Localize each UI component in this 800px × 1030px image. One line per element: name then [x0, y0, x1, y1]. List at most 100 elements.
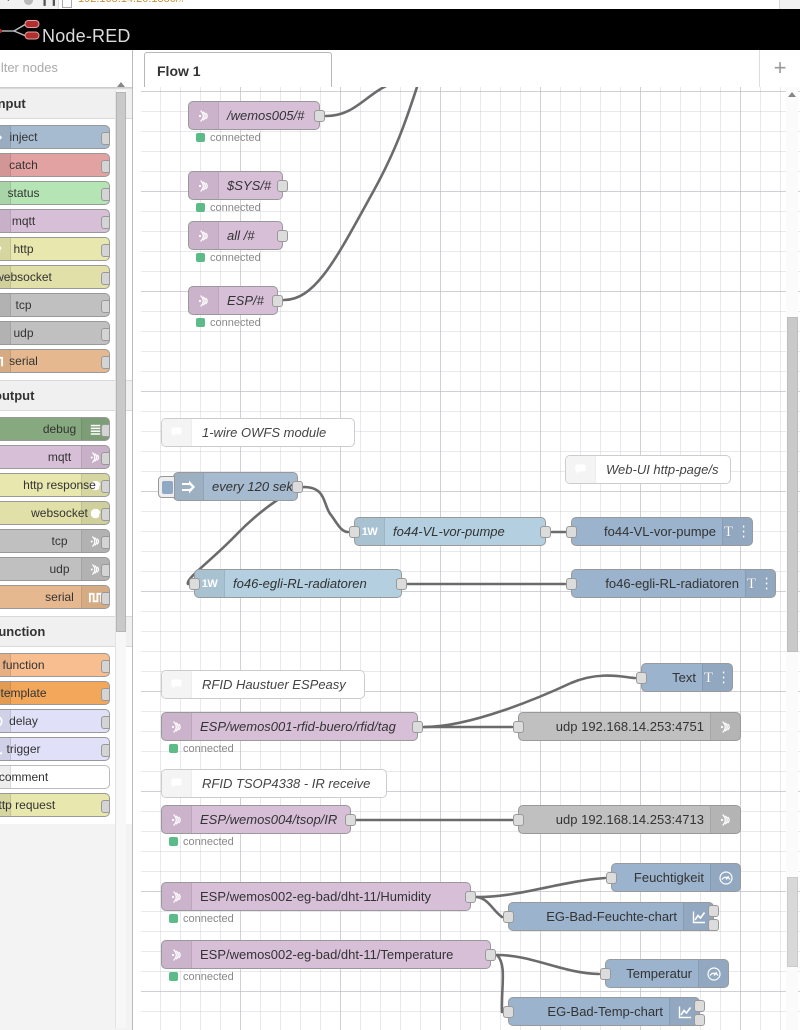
node-input-port[interactable]	[349, 526, 360, 538]
palette-node-port	[101, 480, 109, 493]
palette-node-inject[interactable]: inject	[0, 125, 110, 149]
flow-node-inject-120[interactable]: every 120 sek	[158, 472, 303, 501]
node-input-port[interactable]	[606, 872, 617, 884]
flow-node-ui-fo46[interactable]: T ⋮ fo46-egli-RL-radiatoren	[566, 569, 776, 598]
flow-node-mqtt-tsop[interactable]: ESP/wemos004/tsop/IR	[161, 805, 356, 834]
palette-node-trigger[interactable]: trigger	[0, 737, 110, 761]
node-status: connected	[196, 317, 261, 329]
node-input-port[interactable]	[503, 1006, 514, 1018]
canvas-scroll-thumb-lower[interactable]	[787, 877, 798, 967]
comment-node[interactable]: RFID Haustuer ESPeasy	[161, 670, 365, 699]
tab-flow-1[interactable]: Flow 1	[144, 52, 332, 89]
palette-scrollbar[interactable]	[115, 82, 126, 1028]
back-arrow-icon[interactable]: ‹	[6, 0, 10, 5]
palette-node-websocket[interactable]: websocket	[0, 265, 110, 289]
palette-scroll-thumb[interactable]	[116, 92, 126, 632]
flow-node-owfs-fo46[interactable]: 1W fo46-egli-RL-radiatoren	[189, 569, 407, 598]
flow-node-mqtt-esp[interactable]: ESP/#	[188, 286, 283, 315]
palette-search-box[interactable]: Filter nodes	[0, 50, 132, 88]
node-layer[interactable]: /wemos005/# connected $SYS/# connected all /…	[141, 87, 800, 1030]
palette-list[interactable]: input inject catch status mqtt http websocket t…	[0, 88, 132, 1030]
canvas-scroll-up-arrow-icon[interactable]	[788, 92, 796, 97]
palette-node-http-request[interactable]: http request	[0, 793, 110, 817]
flow-tab-bar[interactable]: Flow 1 +	[141, 50, 800, 89]
palette-node-tcp[interactable]: tcp	[0, 293, 110, 317]
palette-node-mqtt[interactable]: mqtt	[0, 209, 110, 233]
node-output-port[interactable]	[708, 905, 719, 917]
scroll-up-arrow-icon[interactable]	[117, 82, 125, 87]
palette-node-mqtt[interactable]: mqtt	[0, 445, 110, 469]
node-input-port[interactable]	[503, 911, 514, 923]
add-flow-button[interactable]: +	[759, 50, 800, 87]
node-input-port[interactable]	[566, 578, 577, 590]
palette-node-websocket[interactable]: websocket	[0, 501, 110, 525]
flow-node-mqtt-all[interactable]: all /#	[188, 221, 288, 250]
flow-node-mqtt-sys[interactable]: $SYS/#	[188, 171, 288, 200]
node-input-port[interactable]	[566, 526, 577, 538]
comment-node[interactable]: RFID TSOP4338 - IR receive	[161, 769, 387, 798]
reload-icon[interactable]	[24, 0, 33, 5]
palette-node-debug[interactable]: debug	[0, 417, 110, 441]
node-output-port[interactable]	[314, 110, 325, 122]
comment-node[interactable]: 1-wire OWFS module	[161, 418, 355, 447]
canvas-scrollbar[interactable]	[786, 87, 798, 1030]
node-output-port[interactable]	[277, 230, 288, 242]
node-output-port[interactable]	[272, 295, 283, 307]
flow-node-ui-temperatur[interactable]: Temperatur	[600, 959, 729, 988]
flow-node-ui-fo44[interactable]: T ⋮ fo44-VL-vor-pumpe	[566, 517, 753, 546]
palette-node-udp[interactable]: udp	[0, 557, 110, 581]
antenna-icon	[189, 102, 219, 129]
pause-icon[interactable]: ❙❙	[40, 0, 58, 6]
flow-node-udp-4751[interactable]: udp 192.168.14.253:4751	[513, 712, 741, 741]
node-palette[interactable]: Filter nodes input inject catch status mqtt h…	[0, 50, 133, 1030]
node-output-port[interactable]	[708, 919, 719, 931]
node-output-port[interactable]	[277, 180, 288, 192]
flow-canvas[interactable]: /wemos005/# connected $SYS/# connected all /…	[141, 87, 800, 1030]
palette-node-udp[interactable]: udp	[0, 321, 110, 345]
node-input-port[interactable]	[513, 814, 524, 826]
flow-node-ui-feucht[interactable]: Feuchtigkeit	[606, 863, 741, 892]
flow-node-chart-feuchte[interactable]: EG-Bad-Feuchte-chart	[503, 902, 719, 931]
node-output-port[interactable]	[292, 481, 303, 493]
node-output-port[interactable]	[396, 578, 407, 590]
node-output-port[interactable]	[694, 1014, 705, 1026]
palette-node-function[interactable]: ffunction	[0, 653, 110, 677]
flow-node-udp-4713[interactable]: udp 192.168.14.253:4713	[513, 805, 741, 834]
palette-node-comment[interactable]: comment	[0, 765, 110, 789]
flow-node-chart-temp[interactable]: EG-Bad-Temp-chart	[503, 997, 705, 1026]
node-output-port[interactable]	[694, 1000, 705, 1012]
palette-node-template[interactable]: {template	[0, 681, 110, 705]
flow-node-mqtt-temp[interactable]: ESP/wemos002-eg-bad/dht-11/Temperature	[161, 940, 496, 969]
palette-node-http[interactable]: http	[0, 237, 110, 261]
palette-node-catch[interactable]: catch	[0, 153, 110, 177]
node-label: ESP/wemos004/tsop/IR	[200, 812, 338, 827]
comment-node[interactable]: Web-UI http-page/s	[565, 455, 731, 484]
palette-node-http-response[interactable]: http response	[0, 473, 110, 497]
node-output-port[interactable]	[465, 891, 476, 903]
flow-node-mqtt-wemos005[interactable]: /wemos005/#	[188, 101, 325, 130]
canvas-scroll-thumb[interactable]	[787, 317, 798, 652]
palette-node-tcp[interactable]: tcp	[0, 529, 110, 553]
node-output-port[interactable]	[485, 949, 496, 961]
palette-node-status[interactable]: status	[0, 181, 110, 205]
node-output-port[interactable]	[540, 526, 551, 538]
palette-category-function[interactable]: function	[0, 616, 132, 647]
palette-node-delay[interactable]: delay	[0, 709, 110, 733]
tab-label: Flow 1	[157, 63, 201, 79]
node-input-port[interactable]	[189, 578, 200, 590]
flow-node-ui-text[interactable]: T ⋮ Text	[636, 663, 733, 692]
flow-node-mqtt-rfid[interactable]: ESP/wemos001-rfid-buero/rfid/tag	[161, 712, 423, 741]
node-input-port[interactable]	[513, 721, 524, 733]
palette-category-input[interactable]: input	[0, 88, 132, 119]
palette-node-serial[interactable]: serial	[0, 349, 110, 373]
palette-node-serial[interactable]: serial	[0, 585, 110, 609]
palette-category-output[interactable]: output	[0, 380, 132, 411]
node-input-port[interactable]	[600, 968, 611, 980]
node-input-port[interactable]	[636, 672, 647, 684]
flow-node-mqtt-hum[interactable]: ESP/wemos002-eg-bad/dht-11/Humidity	[161, 882, 476, 911]
inject-trigger-button[interactable]	[158, 476, 175, 498]
flow-node-owfs-fo44[interactable]: 1W fo44-VL-vor-pumpe	[349, 517, 551, 546]
node-output-port[interactable]	[412, 721, 423, 733]
url-text[interactable]: 192.168.14.20:1880/#	[78, 0, 185, 5]
node-output-port[interactable]	[345, 814, 356, 826]
